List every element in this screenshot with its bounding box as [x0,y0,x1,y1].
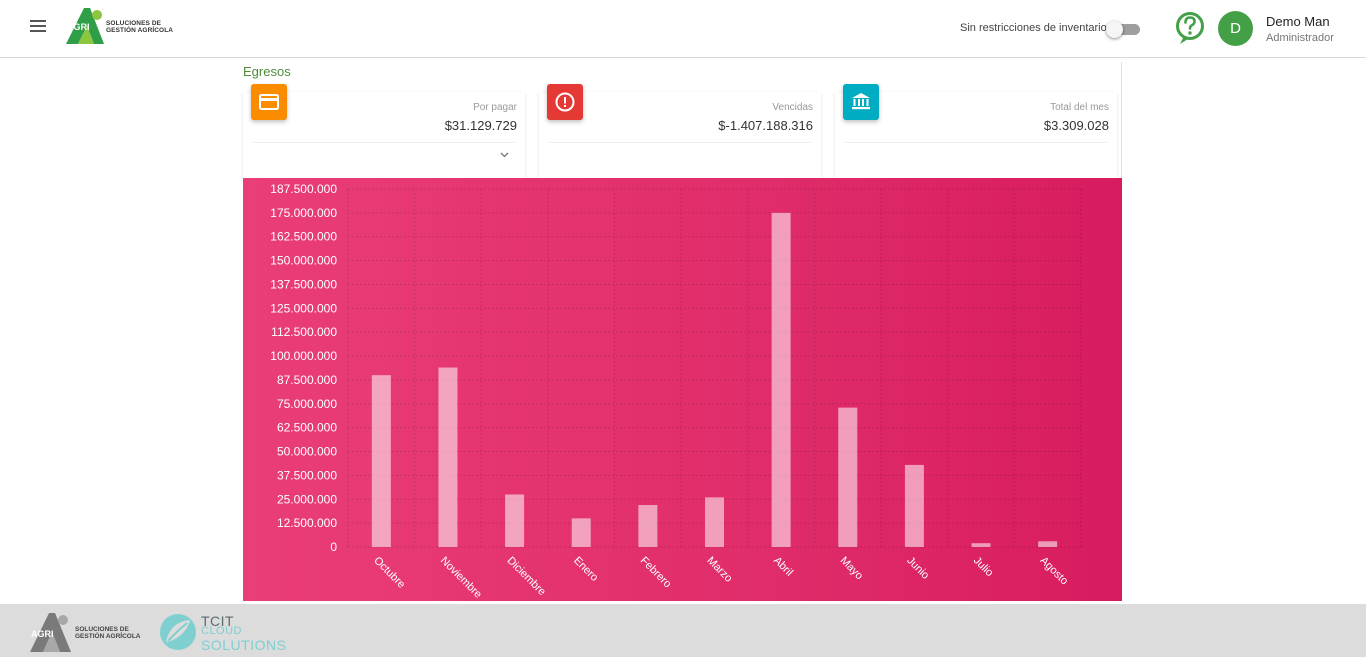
bar-marzo[interactable] [705,497,724,547]
card-por-pagar: Por pagar $31.129.729 [243,84,525,178]
inventory-toggle[interactable] [1106,21,1140,38]
card-value: $3.309.028 [1043,118,1109,133]
user-role: Administrador [1266,32,1334,44]
y-tick-label: 0 [330,540,337,554]
cloud-text: CLOUD [201,625,243,637]
y-tick-label: 137.500.000 [270,277,337,291]
y-tick-label: 162.500.000 [270,230,337,244]
agri-logo-mark: AGRI [66,8,104,44]
y-tick-label: 62.500.000 [277,421,337,435]
bank-icon [843,84,879,120]
bar-febrero[interactable] [638,504,658,547]
y-tick-label: 125.000.000 [270,301,337,315]
y-tick-label: 37.500.000 [277,468,337,482]
bar-julio[interactable] [971,543,991,547]
footer: AGRI SOLUCIONES DE GESTIÓN AGRÍCOLA TCIT… [0,604,1366,657]
bar-octubre[interactable] [371,375,391,547]
card-divider [549,142,811,143]
bar-agosto[interactable] [1038,541,1058,547]
x-tick-label: Enero [571,555,600,584]
footer-agri-logo: AGRI SOLUCIONES DE GESTIÓN AGRÍCOLA [28,610,148,654]
x-tick-label: Marzo [704,555,734,585]
x-tick-label: Julio [971,555,995,579]
footer-agri-logo-mark: AGRI [30,613,71,652]
alert-circle-icon [547,84,583,120]
bar-diciembre[interactable] [505,494,525,547]
y-tick-label: 25.000.000 [277,492,337,506]
card-value: $-1.407.188.316 [718,118,813,133]
x-tick-label: Mayo [838,555,866,583]
bar-enero[interactable] [571,518,591,547]
card-label: Vencidas [772,102,813,113]
credit-card-icon [251,84,287,120]
card-divider [253,142,515,143]
bar-mayo[interactable] [838,407,858,547]
y-tick-label: 187.500.000 [270,182,337,196]
egresos-chart: 0 12.500.000 25.000.000 37.500.000 50.000.00… [243,178,1122,601]
card-divider [845,142,1107,143]
bar-noviembre[interactable] [438,367,458,547]
y-tick-label: 75.000.000 [277,397,337,411]
y-tick-label: 50.000.000 [277,445,337,459]
y-tick-label: 112.500.000 [271,325,337,339]
footer-tcit-logo: TCIT CLOUD SOLUTIONS [156,610,286,654]
agri-logo[interactable]: AGRI SOLUCIONES DE GESTIÓN AGRÍCOLA [64,6,174,48]
card-label: Total del mes [1050,102,1109,113]
hamburger-menu-icon[interactable] [30,20,46,34]
content-divider [1121,62,1122,180]
x-tick-label: Diciembre [504,555,547,598]
brand-line-1: SOLUCIONES DE [106,20,162,27]
svg-text:AGRI: AGRI [67,22,90,32]
x-tick-label: Agosto [1038,555,1071,588]
footer-agri-line-1: SOLUCIONES DE [75,626,129,633]
footer-agri-line-2: GESTIÓN AGRÍCOLA [75,633,141,640]
x-tick-label: Junio [904,555,931,582]
x-tick-label: Octubre [371,555,407,591]
card-label: Por pagar [473,102,517,113]
x-tick-label: Noviembre [438,555,484,601]
inventory-toggle-label: Sin restricciones de inventario [960,22,1107,34]
y-tick-label: 100.000.000 [270,349,337,363]
section-title: Egresos [243,64,291,79]
top-bar: AGRI SOLUCIONES DE GESTIÓN AGRÍCOLA Sin … [0,0,1366,58]
bar-abril[interactable] [771,212,791,547]
chevron-down-icon[interactable] [500,150,509,160]
bar-chart-svg: 0 12.500.000 25.000.000 37.500.000 50.000.00… [270,182,1082,601]
card-vencidas: Vencidas $-1.407.188.316 [539,84,821,178]
y-tick-label: 12.500.000 [277,516,337,530]
x-tick-label: Febrero [638,555,674,591]
tcit-leaf-icon [160,614,196,650]
help-icon[interactable] [1174,10,1206,46]
avatar[interactable]: D [1218,11,1253,46]
user-name: Demo Man [1266,14,1330,29]
solutions-text: SOLUTIONS [201,637,287,653]
bar-junio[interactable] [904,464,924,547]
y-tick-label: 175.000.000 [270,206,337,220]
brand-text: SOLUCIONES DE GESTIÓN AGRÍCOLA [106,20,173,34]
y-tick-label: 150.000.000 [270,254,337,268]
toggle-knob [1106,21,1123,38]
x-tick-label: Abril [771,555,795,579]
card-value: $31.129.729 [444,118,517,133]
svg-text:AGRI: AGRI [31,629,54,639]
card-total-del-mes: Total del mes $3.309.028 [835,84,1117,178]
brand-line-2: GESTIÓN AGRÍCOLA [106,27,174,34]
y-tick-label: 87.500.000 [277,373,337,387]
